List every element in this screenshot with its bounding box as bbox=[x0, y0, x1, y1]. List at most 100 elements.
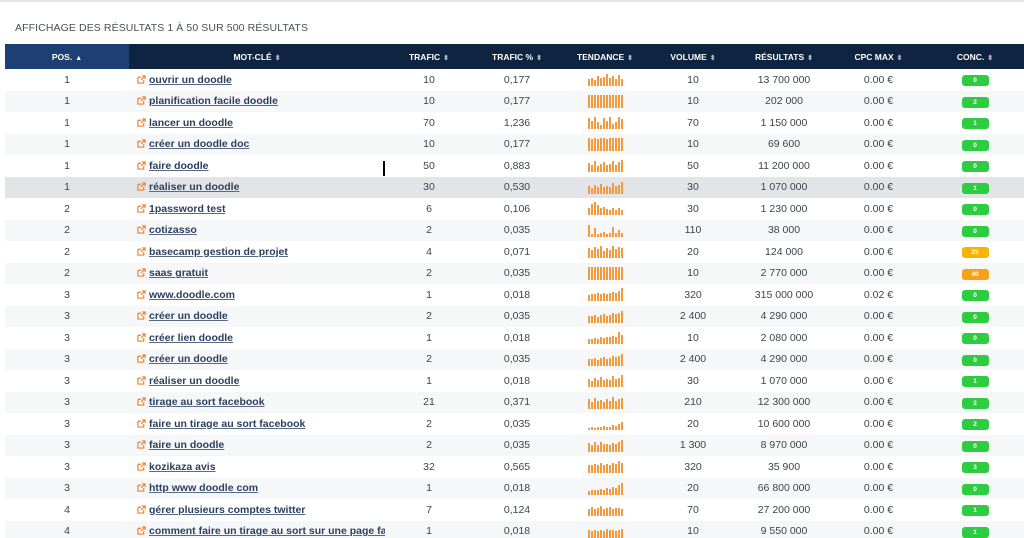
keyword-link[interactable]: tirage au sort facebook bbox=[149, 396, 265, 408]
external-link-icon[interactable] bbox=[137, 247, 146, 256]
table-row[interactable]: 1 planification facile doodle 10 0,177 10 202… bbox=[5, 90, 1024, 112]
trend-bar bbox=[608, 186, 611, 194]
external-link-icon[interactable] bbox=[137, 96, 146, 105]
keyword-link[interactable]: 1password test bbox=[149, 203, 225, 215]
trend-bar bbox=[602, 426, 605, 431]
table-row[interactable]: 1 lancer un doodle 70 1,236 70 1 150 000 0.00 … bbox=[5, 112, 1024, 134]
column-header-cpc[interactable]: CPC MAX ⬍ bbox=[831, 44, 926, 69]
table-row[interactable]: 3 faire un tirage au sort facebook 2 0,035 2… bbox=[5, 413, 1024, 435]
column-header-trend[interactable]: TENDANCE ⬍ bbox=[561, 44, 649, 69]
table-row[interactable]: 3 créer lien doodle 1 0,018 10 2 080 000 0.00 … bbox=[5, 327, 1024, 349]
keyword-link[interactable]: réaliser un doodle bbox=[149, 181, 239, 193]
external-link-icon[interactable] bbox=[137, 419, 146, 428]
cell-traffic-pct: 0,035 bbox=[503, 417, 531, 430]
keyword-link[interactable]: www.doodle.com bbox=[149, 289, 235, 301]
column-header-volume[interactable]: VOLUME ⬍ bbox=[649, 44, 737, 69]
trend-sparkline bbox=[587, 245, 623, 259]
keyword-link[interactable]: basecamp gestion de projet bbox=[149, 246, 288, 258]
keyword-link[interactable]: faire doodle bbox=[149, 160, 209, 172]
cell-traffic: 2 bbox=[426, 224, 432, 237]
trend-bar bbox=[596, 138, 599, 151]
external-link-icon[interactable] bbox=[137, 311, 146, 320]
column-header-pos[interactable]: POS. ▲ bbox=[5, 44, 129, 69]
keyword-link[interactable]: saas gratuit bbox=[149, 267, 208, 279]
competition-badge: 0 bbox=[961, 225, 989, 237]
cell-traffic-pct: 0,177 bbox=[503, 95, 531, 108]
external-link-icon[interactable] bbox=[137, 161, 146, 170]
table-row[interactable]: 3 www.doodle.com 1 0,018 320 315 000 000 0.02 … bbox=[5, 284, 1024, 306]
column-header-traffic-pct[interactable]: TRAFIC % ⬍ bbox=[473, 44, 561, 69]
keyword-link[interactable]: planification facile doodle bbox=[149, 95, 278, 107]
external-link-icon[interactable] bbox=[137, 182, 146, 191]
cell-trend bbox=[561, 478, 649, 500]
keyword-link[interactable]: réaliser un doodle bbox=[149, 375, 239, 387]
trend-bar bbox=[608, 164, 611, 173]
trend-bar bbox=[593, 247, 596, 259]
trend-bar bbox=[587, 339, 590, 345]
external-link-icon[interactable] bbox=[137, 440, 146, 449]
table-row[interactable]: 3 créer un doodle 2 0,035 2 400 4 290 000 0.00… bbox=[5, 305, 1024, 327]
cell-volume: 2 400 bbox=[679, 353, 707, 366]
table-row[interactable]: 1 créer un doodle doc 10 0,177 10 69 600 0.00 … bbox=[5, 133, 1024, 155]
table-row[interactable]: 3 tirage au sort facebook 21 0,371 210 12 300… bbox=[5, 391, 1024, 413]
cell-volume: 1 300 bbox=[679, 439, 707, 452]
keyword-link[interactable]: cotizasso bbox=[149, 224, 197, 236]
cell-cpc: 0.00 € bbox=[863, 73, 894, 86]
keyword-link[interactable]: kozikaza avis bbox=[149, 461, 216, 473]
keyword-link[interactable]: créer un doodle doc bbox=[149, 138, 249, 150]
external-link-icon[interactable] bbox=[137, 333, 146, 342]
table-row[interactable]: 2 cotizasso 2 0,035 110 38 000 0.00 € 0 bbox=[5, 219, 1024, 241]
trend-bar bbox=[608, 488, 611, 495]
external-link-icon[interactable] bbox=[137, 483, 146, 492]
table-row[interactable]: 3 faire un doodle 2 0,035 1 300 8 970 000 0.00… bbox=[5, 434, 1024, 456]
external-link-icon[interactable] bbox=[137, 462, 146, 471]
table-row[interactable]: 2 basecamp gestion de projet 4 0,071 20 124 0… bbox=[5, 241, 1024, 263]
cell-keyword: kozikaza avis bbox=[129, 456, 385, 478]
table-row[interactable]: 1 réaliser un doodle 30 0,530 30 1 070 000 0.0… bbox=[5, 176, 1024, 198]
column-header-comp[interactable]: CONC. ⬍ bbox=[926, 44, 1024, 69]
table-row[interactable]: 2 saas gratuit 2 0,035 10 2 770 000 0.00 € 40 bbox=[5, 262, 1024, 284]
results-summary: AFFICHAGE DES RÉSULTATS 1 À 50 SUR 500 R… bbox=[15, 22, 309, 34]
external-link-icon[interactable] bbox=[137, 290, 146, 299]
external-link-icon[interactable] bbox=[137, 118, 146, 127]
table-row[interactable]: 4 comment faire un tirage au sort sur une… bbox=[5, 520, 1024, 538]
trend-bar bbox=[599, 488, 602, 495]
trend-bar bbox=[587, 94, 590, 108]
external-link-icon[interactable] bbox=[137, 526, 146, 535]
column-header-results[interactable]: RÉSULTATS ⬍ bbox=[737, 44, 831, 69]
keyword-link[interactable]: faire un tirage au sort facebook bbox=[149, 418, 305, 430]
keyword-link[interactable]: créer lien doodle bbox=[149, 332, 233, 344]
external-link-icon[interactable] bbox=[137, 397, 146, 406]
external-link-icon[interactable] bbox=[137, 268, 146, 277]
external-link-icon[interactable] bbox=[137, 75, 146, 84]
table-row[interactable]: 3 kozikaza avis 32 0,565 320 35 900 0.00 € 3 bbox=[5, 456, 1024, 478]
text-cursor bbox=[383, 161, 385, 176]
table-row[interactable]: 3 réaliser un doodle 1 0,018 30 1 070 000 0.00… bbox=[5, 370, 1024, 392]
cell-pos: 1 bbox=[64, 138, 70, 151]
external-link-icon[interactable] bbox=[137, 505, 146, 514]
table-row[interactable]: 3 http www doodle com 1 0,018 20 66 800 000 0.… bbox=[5, 477, 1024, 500]
keyword-link[interactable]: créer un doodle bbox=[149, 310, 228, 322]
keyword-link[interactable]: créer un doodle bbox=[149, 353, 228, 365]
keyword-link[interactable]: faire un doodle bbox=[149, 439, 224, 451]
trend-bar bbox=[587, 490, 590, 495]
keyword-link[interactable]: http www doodle com bbox=[149, 482, 258, 494]
external-link-icon[interactable] bbox=[137, 354, 146, 363]
table-row[interactable]: 3 créer un doodle 2 0,035 2 400 4 290 000 0.00… bbox=[5, 348, 1024, 370]
column-header-traffic[interactable]: TRAFIC ⬍ bbox=[385, 44, 473, 69]
keyword-link[interactable]: comment faire un tirage au sort sur une … bbox=[149, 525, 385, 537]
trend-bar bbox=[590, 401, 593, 409]
column-header-keyword[interactable]: MOT-CLÉ ⬍ bbox=[129, 44, 385, 69]
external-link-icon[interactable] bbox=[137, 139, 146, 148]
external-link-icon[interactable] bbox=[137, 376, 146, 385]
trend-bar bbox=[620, 310, 623, 323]
table-row[interactable]: 4 gérer plusieurs comptes twitter 7 0,124 70… bbox=[5, 499, 1024, 521]
table-row[interactable]: 2 1password test 6 0,106 30 1 230 000 0.00 € 0 bbox=[5, 198, 1024, 220]
table-row[interactable]: 1 faire doodle 50 0,883 50 11 200 000 0.00 € 0 bbox=[5, 155, 1024, 177]
table-row[interactable]: 1 ouvrir un doodle 10 0,177 10 13 700 000 0.00… bbox=[5, 69, 1024, 91]
keyword-link[interactable]: lancer un doodle bbox=[149, 117, 233, 129]
keyword-link[interactable]: ouvrir un doodle bbox=[149, 74, 232, 86]
external-link-icon[interactable] bbox=[137, 204, 146, 213]
keyword-link[interactable]: gérer plusieurs comptes twitter bbox=[149, 504, 305, 516]
external-link-icon[interactable] bbox=[137, 225, 146, 234]
